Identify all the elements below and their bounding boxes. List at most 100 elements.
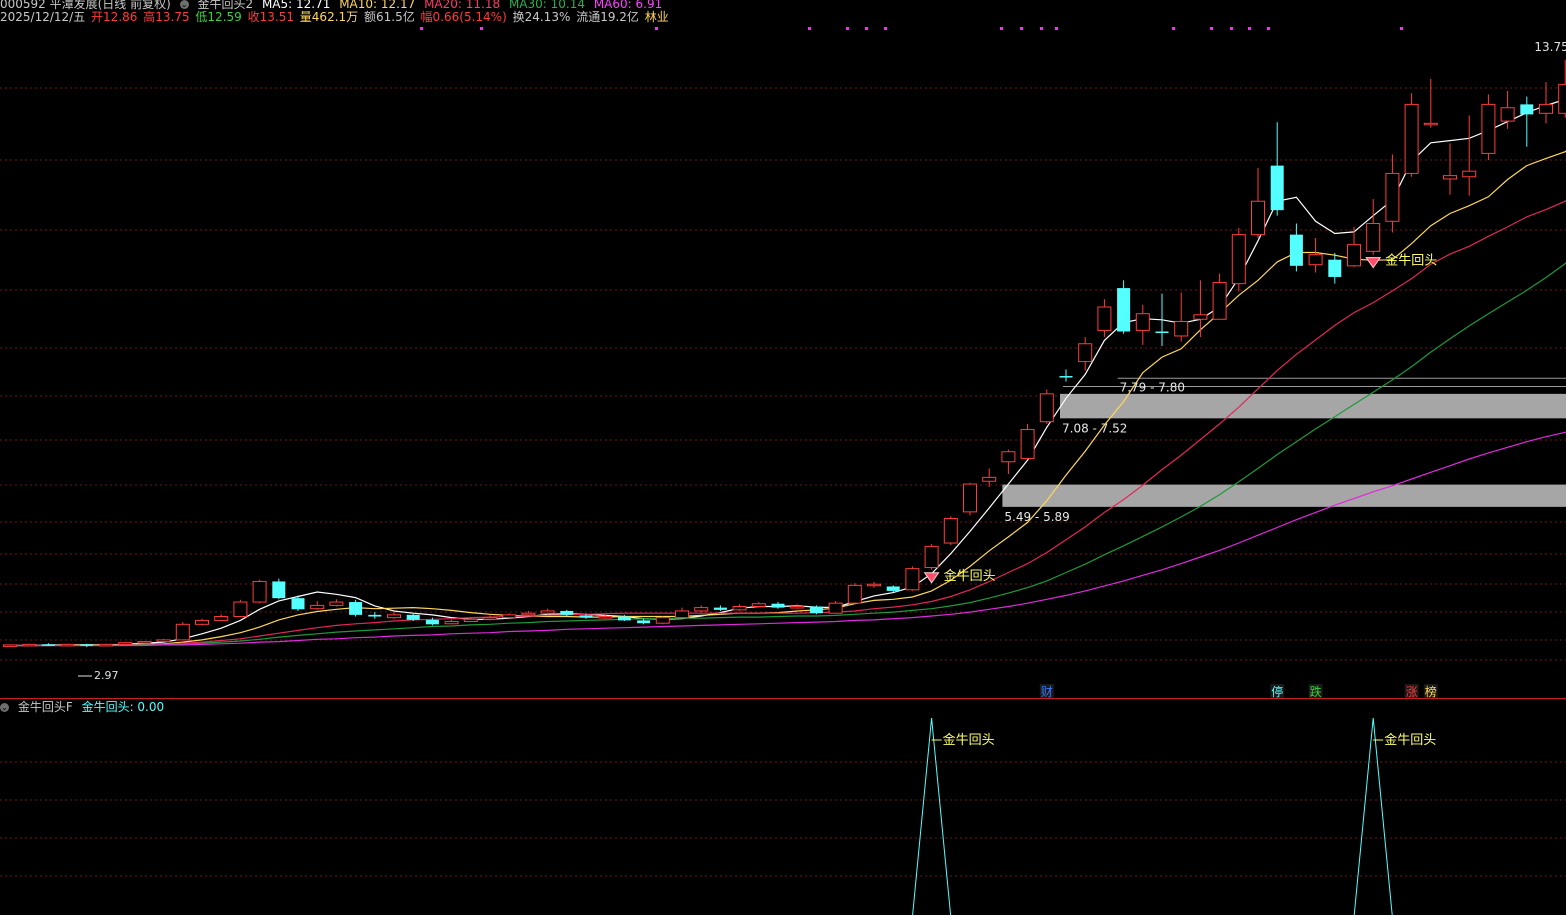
event-marker: 涨 xyxy=(1406,684,1418,699)
sub-indicator-panel: 金牛回头 金牛回头 xyxy=(912,717,1436,915)
grid-lines xyxy=(0,87,1566,877)
signal-label: 金牛回头 xyxy=(1385,253,1437,269)
candle-body-up xyxy=(310,604,325,610)
signal-dot xyxy=(1055,27,1058,30)
max-price-label: 13.75 xyxy=(1534,40,1566,54)
signal-dot xyxy=(1230,27,1233,30)
candle-body-up xyxy=(867,583,881,587)
signal-dot xyxy=(1040,27,1043,30)
candle-body-up xyxy=(1251,200,1265,236)
candle-body-up xyxy=(598,616,613,619)
sub-signal-label: 金牛回头 xyxy=(1384,732,1436,748)
ma30-line xyxy=(10,262,1566,647)
candle-body-up xyxy=(905,568,920,591)
candle-body-up xyxy=(1193,314,1208,320)
candle-body-up xyxy=(694,607,709,612)
signal-dot xyxy=(420,27,423,30)
candle-body-up xyxy=(175,623,190,641)
signal-dot xyxy=(1210,27,1213,30)
candle-body-down xyxy=(291,598,305,610)
signal-dot xyxy=(1248,27,1251,30)
sub-indicator-value: 金牛回头: 0.00 xyxy=(81,700,165,714)
candle-body-down xyxy=(637,620,651,624)
candle-body-up xyxy=(329,601,344,606)
candle-body-down xyxy=(406,614,420,620)
top-signal-dots xyxy=(420,27,1403,30)
candle-body-up xyxy=(387,614,401,619)
candle-body-down xyxy=(80,644,94,646)
signal-dot xyxy=(846,27,849,30)
candle-body-up xyxy=(847,584,862,604)
signal-label: 金牛回头 xyxy=(944,568,996,584)
candle-body-up xyxy=(1212,282,1227,320)
candle-body-down xyxy=(809,606,823,614)
candle-body-up xyxy=(1500,107,1515,122)
candle-body-down xyxy=(886,586,900,591)
candle-body-up xyxy=(1385,172,1400,222)
candle-body-up xyxy=(655,617,670,624)
signal-dot xyxy=(1172,27,1175,30)
candle-body-up xyxy=(118,642,133,645)
kline-chart[interactable]: 7.79 - 7.807.08 - 7.525.49 - 5.89 13.75 2… xyxy=(0,0,1566,915)
signal-dot xyxy=(655,27,658,30)
signal-gem-icon xyxy=(1365,257,1382,269)
candle-body-up xyxy=(1423,122,1438,126)
candle-body-up xyxy=(521,612,536,616)
candle-body-up xyxy=(1404,103,1419,174)
ma5-line xyxy=(10,98,1566,647)
candle-body-up xyxy=(1481,103,1496,154)
candle-body-up xyxy=(195,619,209,625)
sub-indicator-title[interactable]: 金牛回头F xyxy=(18,700,73,714)
candle-body-up xyxy=(60,643,75,647)
candle-body-up xyxy=(483,617,497,620)
signal-dot xyxy=(1020,27,1023,30)
candle-body-down xyxy=(1520,104,1534,115)
signal-dot xyxy=(884,27,887,30)
event-marker: 跌 xyxy=(1310,684,1322,699)
candle-body-up xyxy=(214,616,229,621)
event-marker: 财 xyxy=(1041,685,1053,699)
candle-body-down xyxy=(349,602,363,615)
candle-body-up xyxy=(751,603,766,608)
signal-dot xyxy=(1000,27,1003,30)
candle-body-up xyxy=(1366,223,1381,252)
candle-body-up xyxy=(1097,306,1112,331)
candle-body-up xyxy=(463,618,478,623)
candle-body-up xyxy=(1001,451,1016,463)
sub-signal-label: 金牛回头 xyxy=(943,732,995,748)
candle-body-up xyxy=(1231,234,1246,285)
candlesticks[interactable] xyxy=(3,47,1566,648)
support-zone xyxy=(1060,393,1566,419)
signal-dot xyxy=(1400,27,1403,30)
candle-body-down xyxy=(579,615,593,618)
candle-body-up xyxy=(732,606,747,611)
candle-body-up xyxy=(137,641,152,644)
sub-dropdown-icon[interactable]: ⌄ xyxy=(0,703,9,712)
candle-body-down xyxy=(1155,331,1169,334)
event-marker: 停 xyxy=(1271,684,1283,699)
candle-body-up xyxy=(540,610,555,614)
candle-body-up xyxy=(3,644,17,647)
signal-dot xyxy=(865,27,868,30)
candle-body-up xyxy=(252,580,267,603)
candle-body-down xyxy=(272,581,286,599)
candle-body-down xyxy=(368,614,382,617)
candle-body-up xyxy=(1308,254,1323,266)
candle-body-down xyxy=(1289,234,1303,266)
candle-body-up xyxy=(675,610,689,619)
ma10-line xyxy=(10,150,1566,647)
candle-body-up xyxy=(502,614,517,619)
candle-body-up xyxy=(790,606,805,609)
candle-body-down xyxy=(425,619,439,625)
candle-body-down xyxy=(1328,259,1342,277)
candle-body-down xyxy=(617,616,631,621)
candle-body-down xyxy=(1270,165,1284,211)
candle-body-up xyxy=(1539,103,1553,114)
candle-body-up xyxy=(22,643,37,647)
candle-body-up xyxy=(943,518,958,544)
candle-body-up xyxy=(963,483,977,513)
event-marker: 榜 xyxy=(1425,684,1437,699)
candle-body-up xyxy=(1020,428,1035,459)
candle-body-up xyxy=(99,643,113,647)
moving-average-lines xyxy=(10,98,1566,647)
